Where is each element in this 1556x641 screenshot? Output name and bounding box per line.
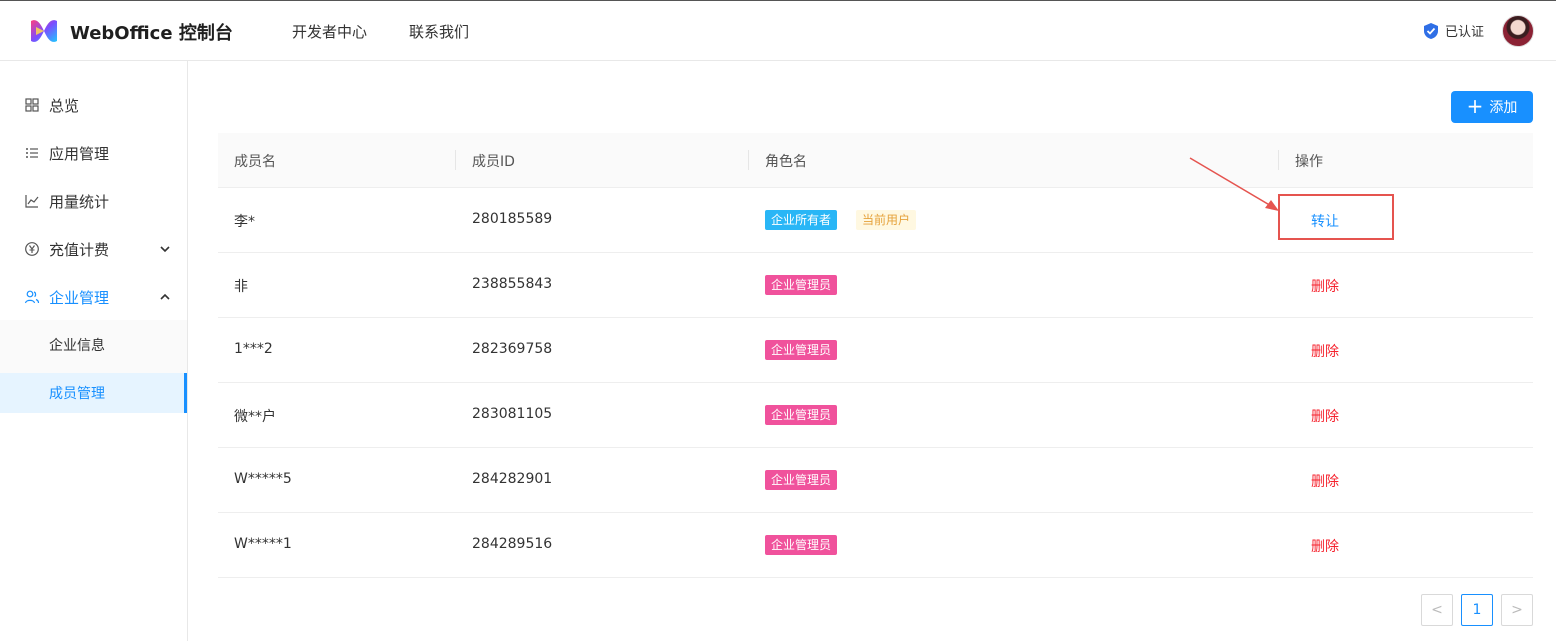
shield-check-icon: [1424, 22, 1438, 39]
sidebar-item-overview[interactable]: 总览: [0, 81, 187, 129]
table-row: 1***2 282369758 企业管理员 删除: [218, 318, 1533, 383]
role-tag-admin: 企业管理员: [765, 535, 838, 555]
users-icon: [24, 290, 40, 304]
add-button-label: 添加: [1489, 100, 1518, 116]
column-header-member-id: 成员ID: [472, 154, 515, 170]
verified-label: 已认证: [1445, 25, 1485, 40]
sidebar-item-billing[interactable]: 充值计费: [0, 225, 187, 273]
chevron-up-icon: [160, 293, 170, 300]
chevron-down-icon: [160, 246, 170, 253]
table-row: W*****5 284282901 企业管理员 删除: [218, 448, 1533, 513]
transfer-button[interactable]: 转让: [1311, 211, 1339, 231]
sidebar-item-usage-stats[interactable]: 用量统计: [0, 177, 187, 225]
member-name: 非: [234, 279, 248, 295]
member-id: 238855843: [472, 276, 553, 292]
delete-button[interactable]: 删除: [1311, 536, 1339, 556]
sidebar-item-label: 充值计费: [49, 240, 110, 259]
column-divider: [748, 150, 749, 170]
weboffice-logo-icon[interactable]: [28, 17, 60, 45]
sidebar-item-label: 用量统计: [49, 192, 110, 211]
role-tag-owner: 企业所有者: [765, 210, 838, 230]
sidebar-subitem-label: 成员管理: [49, 386, 105, 402]
member-name: W*****5: [234, 471, 292, 487]
yen-icon: [25, 242, 39, 256]
column-header-member-name: 成员名: [234, 154, 276, 170]
member-name: 李*: [234, 214, 255, 230]
role-tag-admin: 企业管理员: [765, 405, 838, 425]
member-id: 284282901: [472, 471, 553, 487]
role-tag-admin: 企业管理员: [765, 275, 838, 295]
nav-developer-center[interactable]: 开发者中心: [292, 21, 367, 42]
add-member-button[interactable]: + 添加: [1451, 91, 1533, 123]
member-id: 283081105: [472, 406, 553, 422]
pagination-next-button[interactable]: >: [1501, 594, 1533, 626]
table-row: 微**户 283081105 企业管理员 删除: [218, 383, 1533, 448]
sidebar-item-label: 总览: [49, 96, 80, 115]
column-header-role: 角色名: [765, 154, 807, 170]
top-border: [0, 0, 1556, 1]
current-user-tag: 当前用户: [856, 210, 917, 230]
table-row: 非 238855843 企业管理员 删除: [218, 253, 1533, 318]
grid-icon: [25, 98, 39, 112]
member-id: 284289516: [472, 536, 553, 552]
sidebar-subitem-member-management[interactable]: 成员管理: [0, 373, 187, 413]
member-name: 微**户: [234, 409, 276, 425]
member-name: W*****1: [234, 536, 292, 552]
chart-icon: [25, 195, 39, 208]
delete-button[interactable]: 删除: [1311, 471, 1339, 491]
column-header-actions: 操作: [1295, 154, 1323, 170]
sidebar-subitem-enterprise-info[interactable]: 企业信息: [0, 325, 187, 365]
table-row: 李* 280185589 企业所有者 当前用户 转让: [218, 188, 1533, 253]
role-tag-admin: 企业管理员: [765, 340, 838, 360]
plus-icon: +: [1466, 94, 1484, 118]
user-avatar[interactable]: [1502, 15, 1534, 47]
member-id: 280185589: [472, 211, 553, 227]
nav-contact-us[interactable]: 联系我们: [409, 21, 469, 42]
member-id: 282369758: [472, 341, 553, 357]
table-row: W*****1 284289516 企业管理员 删除: [218, 513, 1533, 578]
top-header: WebOffice 控制台 开发者中心 联系我们 已认证: [0, 0, 1556, 61]
list-icon: [26, 148, 38, 158]
delete-button[interactable]: 删除: [1311, 276, 1339, 296]
column-divider: [455, 150, 456, 170]
sidebar-item-label: 应用管理: [49, 144, 110, 163]
delete-button[interactable]: 删除: [1311, 341, 1339, 361]
brand-title[interactable]: WebOffice 控制台: [70, 19, 233, 45]
sidebar-item-enterprise-management[interactable]: 企业管理: [0, 273, 187, 321]
delete-button[interactable]: 删除: [1311, 406, 1339, 426]
sidebar: 总览 应用管理 用量统计 充值计费 企业管理 企业信息 成员管理: [0, 61, 188, 641]
pagination-prev-button[interactable]: <: [1421, 594, 1453, 626]
sidebar-subitem-label: 企业信息: [49, 338, 105, 354]
pagination-page-1[interactable]: 1: [1461, 594, 1493, 626]
column-divider: [1278, 150, 1279, 170]
sidebar-item-app-management[interactable]: 应用管理: [0, 129, 187, 177]
member-name: 1***2: [234, 341, 273, 357]
verified-status[interactable]: 已认证: [1423, 21, 1484, 40]
role-tag-admin: 企业管理员: [765, 470, 838, 490]
table-header: 成员名 成员ID 角色名 操作: [218, 133, 1533, 188]
sidebar-item-label: 企业管理: [49, 288, 110, 307]
